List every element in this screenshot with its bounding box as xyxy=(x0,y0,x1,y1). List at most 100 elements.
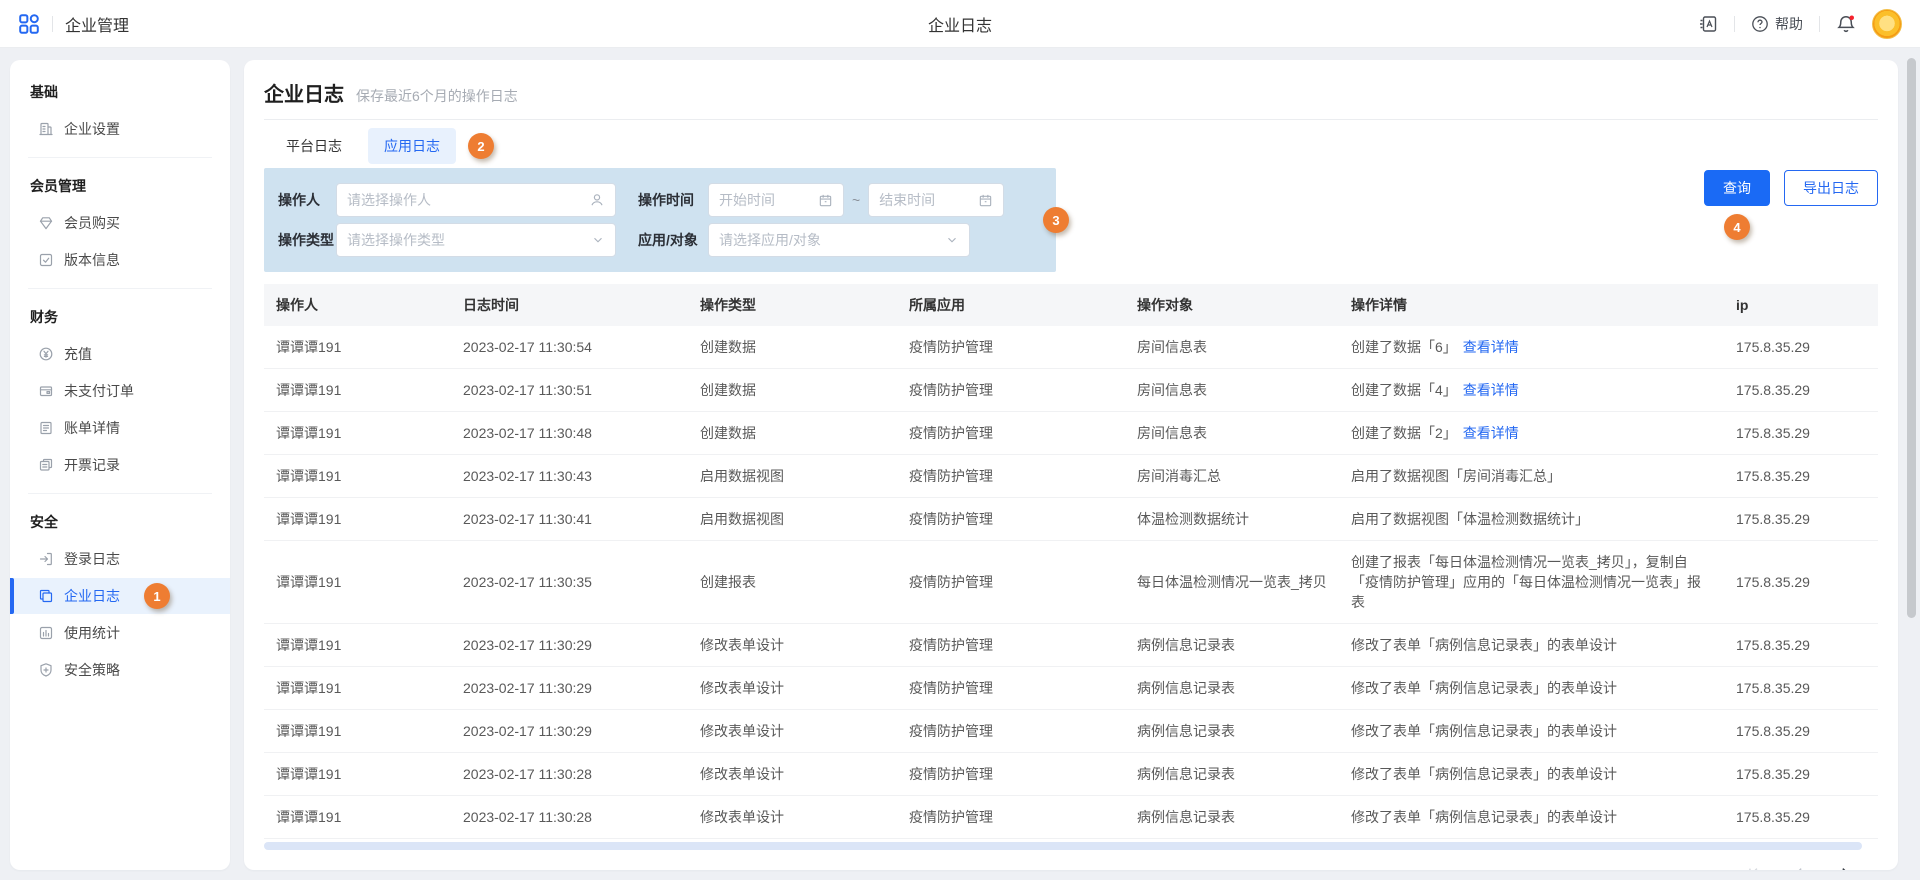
start-time-input[interactable] xyxy=(708,183,844,217)
sidebar-item-bill-details[interactable]: 账单详情 xyxy=(10,410,230,446)
sidebar-item-label: 企业日志 xyxy=(64,586,120,606)
tab-application-log[interactable]: 应用日志 xyxy=(368,128,456,164)
sidebar-item-label: 版本信息 xyxy=(64,250,120,270)
sidebar-section-header: 财务 xyxy=(10,299,230,335)
cell-detail: 修改了表单「病例信息记录表」的表单设计 xyxy=(1339,667,1724,710)
cell-operator: 谭谭谭191 xyxy=(264,753,451,796)
cell-app: 疫情防护管理 xyxy=(897,541,1125,624)
cell-operator: 谭谭谭191 xyxy=(264,710,451,753)
notification-bell-icon[interactable] xyxy=(1836,14,1856,34)
sidebar-section-header: 安全 xyxy=(10,504,230,540)
sidebar-divider xyxy=(28,493,212,494)
unpaid-orders-icon xyxy=(38,383,54,399)
cell-target: 每日体温检测情况一览表_拷贝 xyxy=(1125,541,1339,624)
vertical-scrollbar[interactable] xyxy=(1907,58,1916,618)
cell-detail: 修改了表单「病例信息记录表」的表单设计 xyxy=(1339,753,1724,796)
type-select-placeholder: 请选择操作类型 xyxy=(347,230,583,250)
end-time-field[interactable] xyxy=(879,192,970,208)
calendar-icon xyxy=(978,193,993,208)
cell-ip: 175.8.35.29 xyxy=(1724,796,1878,839)
translate-icon[interactable] xyxy=(1698,14,1718,34)
sidebar-item-invoice-records[interactable]: 开票记录 xyxy=(10,447,230,483)
table-row: 谭谭谭191 2023-02-17 11:30:28 修改表单设计 疫情防护管理… xyxy=(264,796,1878,839)
cell-operator: 谭谭谭191 xyxy=(264,326,451,369)
end-time-input[interactable] xyxy=(868,183,1004,217)
tour-step-4-badge: 4 xyxy=(1724,214,1750,240)
help-button[interactable]: 帮助 xyxy=(1751,14,1803,34)
cell-log-time: 2023-02-17 11:30:48 xyxy=(451,412,688,455)
sidebar-item-label: 使用统计 xyxy=(64,623,120,643)
previous-page-button[interactable] xyxy=(1792,866,1806,870)
sidebar-item-unpaid-orders[interactable]: 未支付订单 xyxy=(10,373,230,409)
cell-app: 疫情防护管理 xyxy=(897,710,1125,753)
usage-stats-icon xyxy=(38,625,54,641)
tour-step-3-badge: 3 xyxy=(1043,207,1069,233)
sidebar-item-usage-stats[interactable]: 使用统计 xyxy=(10,615,230,651)
cell-app: 疫情防护管理 xyxy=(897,796,1125,839)
view-detail-link[interactable]: 查看详情 xyxy=(1463,382,1519,398)
operator-label: 操作人 xyxy=(278,190,336,210)
user-avatar[interactable] xyxy=(1872,9,1902,39)
type-select[interactable]: 请选择操作类型 xyxy=(336,223,616,257)
cell-ip: 175.8.35.29 xyxy=(1724,369,1878,412)
operator-input[interactable] xyxy=(336,183,616,217)
table-row: 谭谭谭191 2023-02-17 11:30:43 启用数据视图 疫情防护管理… xyxy=(264,455,1878,498)
cell-op-type: 修改表单设计 xyxy=(688,624,897,667)
view-detail-link[interactable]: 查看详情 xyxy=(1463,339,1519,355)
cell-op-type: 修改表单设计 xyxy=(688,796,897,839)
sidebar-item-member-purchase[interactable]: 会员购买 xyxy=(10,205,230,241)
cell-op-type: 修改表单设计 xyxy=(688,667,897,710)
sidebar-section: 财务 充值 未支付订单 账单详情 开票记录 xyxy=(10,299,230,494)
operator-input-field[interactable] xyxy=(347,192,581,208)
query-button[interactable]: 查询 xyxy=(1704,170,1770,206)
cell-log-time: 2023-02-17 11:30:29 xyxy=(451,624,688,667)
sidebar-item-enterprise-settings[interactable]: 企业设置 xyxy=(10,111,230,147)
date-range-separator: ~ xyxy=(852,192,860,208)
cell-log-time: 2023-02-17 11:30:43 xyxy=(451,455,688,498)
cell-operator: 谭谭谭191 xyxy=(264,624,451,667)
sidebar-item-security-policy[interactable]: 安全策略 xyxy=(10,652,230,688)
log-tabs: 平台日志 应用日志 2 xyxy=(264,120,1878,164)
cell-detail: 创建了报表「每日体温检测情况一览表_拷贝」，复制自「疫情防护管理」应用的「每日体… xyxy=(1339,541,1724,624)
table-row: 谭谭谭191 2023-02-17 11:30:29 修改表单设计 疫情防护管理… xyxy=(264,710,1878,753)
cell-op-type: 创建数据 xyxy=(688,369,897,412)
tab-platform-log[interactable]: 平台日志 xyxy=(270,128,358,164)
sidebar-item-login-log[interactable]: 登录日志 xyxy=(10,541,230,577)
sidebar-item-label: 未支付订单 xyxy=(64,381,134,401)
sidebar-item-version-info[interactable]: 版本信息 xyxy=(10,242,230,278)
main-panel: 企业日志 保存最近6个月的操作日志 平台日志 应用日志 2 操作人 操作时间 xyxy=(244,60,1898,870)
security-policy-icon xyxy=(38,662,54,678)
invoice-records-icon xyxy=(38,457,54,473)
app-target-select[interactable]: 请选择应用/对象 xyxy=(708,223,970,257)
sidebar-item-enterprise-log[interactable]: 企业日志 1 xyxy=(10,578,230,614)
cell-ip: 175.8.35.29 xyxy=(1724,710,1878,753)
sidebar-sections: 基础 企业设置 会员管理 会员购买 版本信息 财务 充值 未支付订单 账 xyxy=(10,74,230,688)
cell-ip: 175.8.35.29 xyxy=(1724,455,1878,498)
person-icon xyxy=(589,192,605,208)
table-row: 谭谭谭191 2023-02-17 11:30:29 修改表单设计 疫情防护管理… xyxy=(264,667,1878,710)
sidebar-section: 基础 企业设置 xyxy=(10,74,230,158)
start-time-field[interactable] xyxy=(719,192,810,208)
cell-op-type: 修改表单设计 xyxy=(688,710,897,753)
sidebar-section: 安全 登录日志 企业日志 1 使用统计 安全策略 xyxy=(10,504,230,688)
login-log-icon xyxy=(38,551,54,567)
first-page-button[interactable] xyxy=(1746,866,1760,870)
sidebar-item-recharge[interactable]: 充值 xyxy=(10,336,230,372)
cell-operator: 谭谭谭191 xyxy=(264,498,451,541)
horizontal-scrollbar[interactable] xyxy=(264,842,1862,850)
next-page-button[interactable] xyxy=(1838,866,1852,870)
cell-ip: 175.8.35.29 xyxy=(1724,412,1878,455)
table-row: 谭谭谭191 2023-02-17 11:30:35 创建报表 疫情防护管理 每… xyxy=(264,541,1878,624)
app-select-placeholder: 请选择应用/对象 xyxy=(719,230,937,250)
topbar-divider xyxy=(1734,16,1735,32)
filter-panel: 操作人 操作时间 ~ xyxy=(264,168,1056,272)
cell-operator: 谭谭谭191 xyxy=(264,541,451,624)
app-grid-logo-icon[interactable] xyxy=(18,13,40,35)
cell-target: 房间信息表 xyxy=(1125,412,1339,455)
sidebar: 基础 企业设置 会员管理 会员购买 版本信息 财务 充值 未支付订单 账 xyxy=(10,60,230,870)
col-target: 操作对象 xyxy=(1125,284,1339,326)
view-detail-link[interactable]: 查看详情 xyxy=(1463,425,1519,441)
type-label: 操作类型 xyxy=(278,230,336,250)
cell-log-time: 2023-02-17 11:30:35 xyxy=(451,541,688,624)
export-log-button[interactable]: 导出日志 xyxy=(1784,170,1878,206)
